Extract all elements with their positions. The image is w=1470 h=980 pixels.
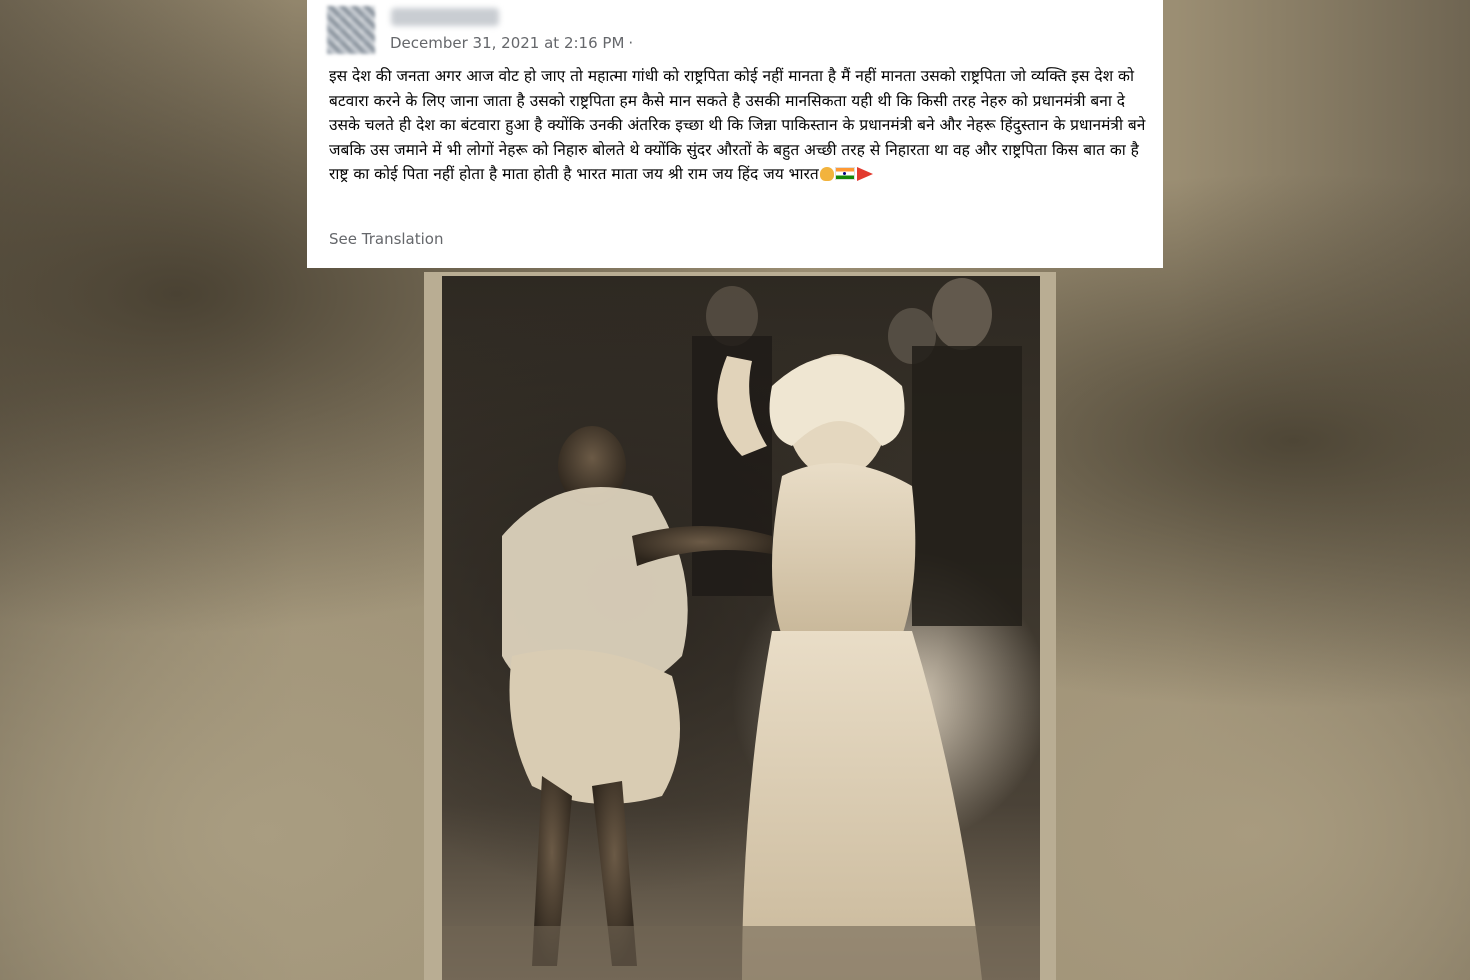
meta-separator: · [628,34,634,52]
india-flag-icon [834,167,855,180]
photo-illustration [442,278,1040,980]
author-name-blurred[interactable] [391,8,499,26]
post-photo[interactable] [442,276,1040,980]
post-text: इस देश की जनता अगर आज वोट हो जाए तो महात… [329,67,1146,183]
post-body: इस देश की जनता अगर आज वोट हो जाए तो महात… [329,64,1151,187]
saffron-pennant-icon [856,166,873,181]
see-translation-link[interactable]: See Translation [329,230,443,248]
author-avatar[interactable] [327,6,375,54]
post-meta: December 31, 2021 at 2:16 PM · [390,34,633,52]
facebook-post-card: December 31, 2021 at 2:16 PM · इस देश की… [307,0,1163,268]
post-timestamp[interactable]: December 31, 2021 at 2:16 PM [390,34,624,52]
folded-hands-icon [819,166,834,181]
post-image-frame [424,272,1056,980]
